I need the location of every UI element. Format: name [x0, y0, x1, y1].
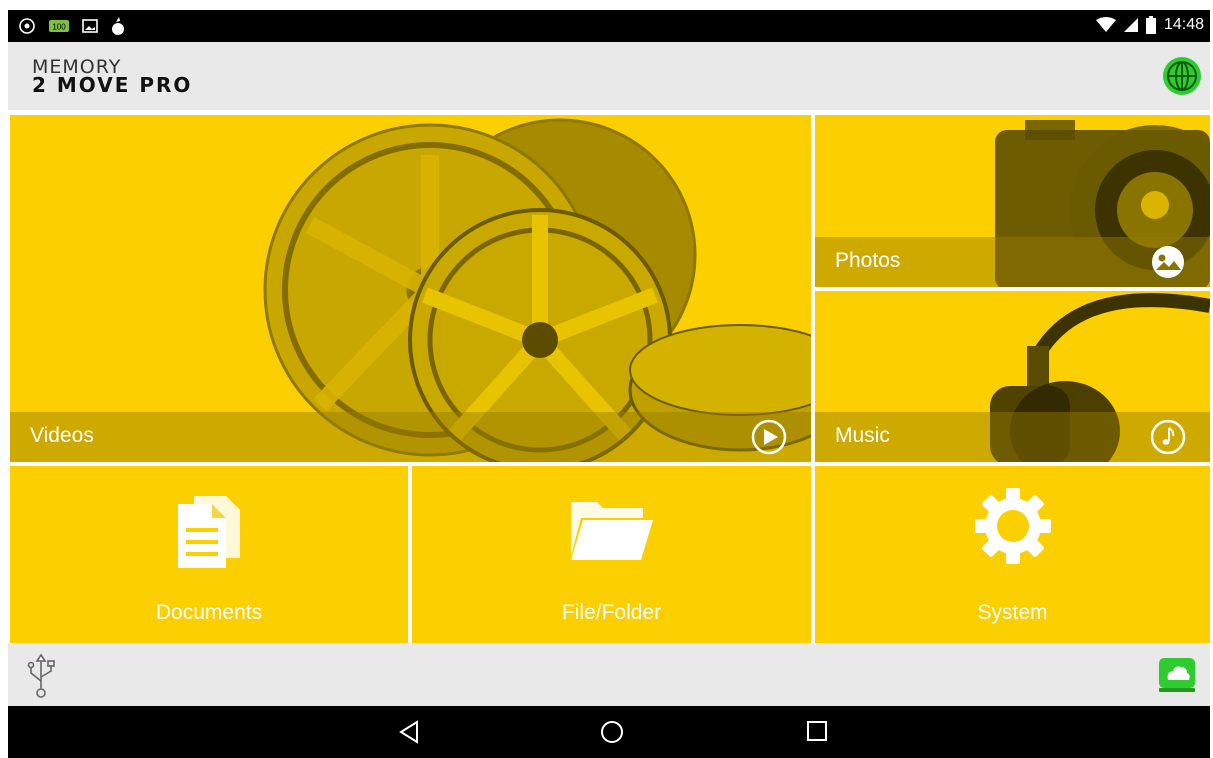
tile-music[interactable]: Music: [815, 291, 1210, 462]
folder-icon: [570, 502, 653, 560]
status-time: 14:48: [1163, 16, 1204, 33]
usb-debug-icon: [112, 17, 124, 35]
gear-icon: [974, 488, 1051, 564]
navigation-bar: [8, 706, 1210, 758]
usb-icon[interactable]: [24, 651, 58, 699]
logo-line2: 2 MOVE PRO: [32, 73, 193, 97]
bottom-bar: [8, 643, 1210, 706]
photo-icon: [1152, 246, 1184, 278]
music-label: Music: [835, 424, 890, 447]
film-reels-image: [263, 118, 811, 462]
battery-100-icon: 100: [49, 20, 69, 32]
home-icon[interactable]: [600, 720, 624, 744]
app-logo: MEMORY 2 MOVE PRO: [32, 58, 193, 97]
svg-text:100: 100: [52, 23, 66, 32]
cloud-drive-icon[interactable]: [1158, 657, 1196, 693]
recents-icon[interactable]: [806, 720, 828, 742]
battery-icon: [1145, 16, 1156, 34]
app-bar: MEMORY 2 MOVE PRO: [8, 42, 1210, 110]
tile-system[interactable]: System: [815, 466, 1210, 643]
home-grid: Videos Photos Music Documents File/Folde…: [8, 110, 1210, 643]
file-folder-label: File/Folder: [561, 601, 662, 624]
system-label: System: [977, 601, 1048, 624]
wifi-icon: [1095, 17, 1116, 32]
image-notification-icon: [82, 19, 98, 33]
play-icon: [751, 419, 787, 455]
tile-documents[interactable]: Documents: [10, 466, 408, 643]
tile-photos[interactable]: Photos: [815, 115, 1210, 287]
music-note-icon: [1150, 419, 1186, 455]
globe-icon[interactable]: [1162, 56, 1202, 96]
tile-file-folder[interactable]: File/Folder: [412, 466, 811, 643]
signal-icon: [1123, 18, 1138, 32]
photos-label: Photos: [835, 249, 901, 272]
back-icon[interactable]: [398, 720, 420, 744]
music-caption: Music: [815, 412, 1210, 462]
tile-videos[interactable]: Videos: [10, 115, 811, 462]
videos-label: Videos: [30, 424, 94, 447]
documents-label: Documents: [155, 601, 263, 624]
photos-caption: Photos: [815, 237, 1210, 287]
documents-icon: [178, 496, 240, 568]
videos-caption: Videos: [10, 412, 811, 462]
status-bar: 100 14:48: [8, 10, 1210, 42]
vpn-icon: [19, 18, 35, 34]
status-left-icons: 100: [18, 16, 126, 36]
status-right-icons: 14:48: [1095, 16, 1204, 34]
